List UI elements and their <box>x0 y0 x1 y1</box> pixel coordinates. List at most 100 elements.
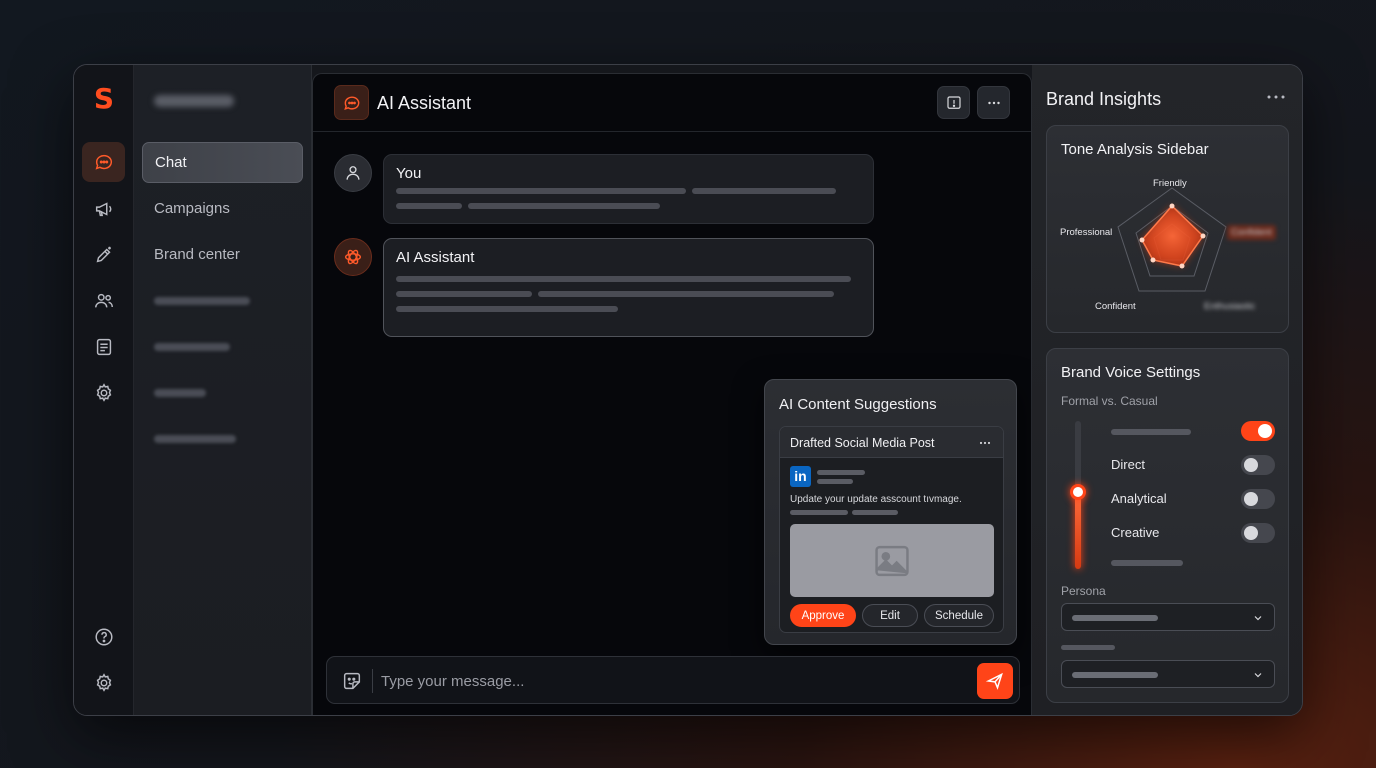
rail-chat-button[interactable] <box>82 142 125 182</box>
document-icon <box>96 338 111 356</box>
post-image-placeholder <box>790 524 994 597</box>
post-header: Drafted Social Media Post <box>780 427 1003 458</box>
formal-casual-slider-handle[interactable] <box>1070 484 1086 500</box>
tone-label-bottom-right: Enthusiastic <box>1204 301 1256 312</box>
tone-label-top: Friendly <box>1153 178 1187 189</box>
direct-toggle[interactable] <box>1241 455 1275 475</box>
content-suggestions-card: AI Content Suggestions Drafted Social Me… <box>764 379 1017 645</box>
more-horizontal-icon[interactable] <box>1264 87 1288 107</box>
composer-divider <box>372 669 373 693</box>
tone-analysis-card: Tone Analysis Sidebar Friendly Professio… <box>1046 125 1289 333</box>
persona-select[interactable] <box>1061 603 1275 631</box>
edit-button[interactable]: Edit <box>862 604 918 627</box>
gear-icon <box>96 673 111 692</box>
brand-voice-card: Brand Voice Settings Formal vs. Casual D… <box>1046 348 1289 703</box>
assistant-avatar <box>334 238 372 276</box>
message-text-placeholder <box>468 203 660 209</box>
feedback-button[interactable] <box>937 86 970 119</box>
app-logo[interactable]: S <box>91 85 117 113</box>
voice-toggle-1[interactable] <box>1241 421 1275 441</box>
message-text-placeholder <box>538 291 834 297</box>
user-message-bubble: You <box>383 154 874 224</box>
analytical-toggle[interactable] <box>1241 489 1275 509</box>
tone-point <box>1150 257 1156 263</box>
rail-help-button[interactable] <box>82 617 125 657</box>
post-meta-placeholder <box>817 479 853 484</box>
message-text-placeholder <box>396 306 618 312</box>
suggestions-title: AI Content Suggestions <box>779 396 937 413</box>
message-input[interactable] <box>381 667 961 695</box>
rail-campaigns-button[interactable] <box>82 189 125 229</box>
approve-button[interactable]: Approve <box>790 604 856 627</box>
nav-item-placeholder[interactable] <box>154 297 250 305</box>
linkedin-icon: in <box>790 466 811 487</box>
nav-item-placeholder[interactable] <box>154 435 236 443</box>
tone-label-bottom-left: Confident <box>1095 301 1136 312</box>
brand-insights-panel: Brand Insights Tone Analysis Sidebar Fri… <box>1032 65 1302 715</box>
message-text-placeholder <box>396 203 462 209</box>
secondary-select[interactable] <box>1061 660 1275 688</box>
voice-option-placeholder <box>1111 429 1191 435</box>
more-horizontal-icon <box>987 101 1000 104</box>
field-label-placeholder <box>1061 645 1115 650</box>
creative-toggle[interactable] <box>1241 523 1275 543</box>
image-icon <box>875 545 909 576</box>
tone-point <box>1179 263 1185 269</box>
sticker-icon[interactable] <box>341 670 363 692</box>
help-icon <box>94 628 113 646</box>
rail-brand-button[interactable] <box>82 235 125 275</box>
formal-casual-slider-fill <box>1075 492 1081 569</box>
persona-label: Persona <box>1061 584 1106 598</box>
message-author: You <box>396 165 422 182</box>
users-icon <box>94 293 113 308</box>
rail-documents-button[interactable] <box>82 327 125 367</box>
chevron-down-icon <box>1254 673 1262 678</box>
toggle-knob <box>1244 492 1258 506</box>
more-horizontal-icon[interactable] <box>977 435 993 451</box>
workspace-name-redacted <box>154 95 234 107</box>
formal-casual-slider-track[interactable] <box>1070 421 1086 569</box>
rail-preferences-button[interactable] <box>82 663 125 703</box>
post-text: Update your update asscount tıvmage. <box>790 494 962 505</box>
voice-option-analytical: Analytical <box>1111 491 1167 506</box>
user-avatar <box>334 154 372 192</box>
nav-item-label: Chat <box>155 154 187 171</box>
ai-logo-icon <box>344 249 362 265</box>
tone-radar-chart <box>1117 187 1227 292</box>
nav-item-placeholder[interactable] <box>154 343 230 351</box>
message-text-placeholder <box>692 188 836 194</box>
message-text-placeholder <box>396 188 686 194</box>
brand-voice-title: Brand Voice Settings <box>1061 364 1201 381</box>
message-text-placeholder <box>396 291 532 297</box>
tone-label-left: Professional <box>1060 227 1113 238</box>
nav-item-campaigns[interactable]: Campaigns <box>142 188 303 229</box>
send-button[interactable] <box>977 663 1013 699</box>
toggle-knob <box>1244 458 1258 472</box>
tone-point <box>1169 203 1175 209</box>
user-icon <box>346 166 360 180</box>
chat-bubble-icon <box>343 95 359 110</box>
drafted-post-card: Drafted Social Media Post in Update your… <box>779 426 1004 633</box>
tone-radar-shape <box>1141 204 1204 267</box>
post-meta-placeholder <box>817 470 865 475</box>
panel-title: Brand Insights <box>1046 89 1162 109</box>
nav-item-label: Campaigns <box>154 200 230 217</box>
voice-option-direct: Direct <box>1111 457 1145 472</box>
pen-sparkle-icon <box>96 246 111 263</box>
app-window: S Chat Campaigns Brand center AI Assista… <box>73 64 1303 716</box>
more-options-button[interactable] <box>977 86 1010 119</box>
megaphone-icon <box>95 202 111 217</box>
nav-item-brand-center[interactable]: Brand center <box>142 234 303 275</box>
post-text-placeholder <box>790 510 848 515</box>
rail-users-button[interactable] <box>82 281 125 321</box>
schedule-button[interactable]: Schedule <box>924 604 994 627</box>
assistant-icon-badge <box>334 85 369 120</box>
nav-item-placeholder[interactable] <box>154 389 206 397</box>
report-icon <box>946 95 961 109</box>
tone-point <box>1139 237 1145 243</box>
chevron-down-icon <box>1254 616 1262 621</box>
post-text-placeholder <box>852 510 898 515</box>
rail-settings-button[interactable] <box>82 373 125 413</box>
nav-item-chat[interactable]: Chat <box>142 142 303 183</box>
voice-option-creative: Creative <box>1111 525 1160 540</box>
